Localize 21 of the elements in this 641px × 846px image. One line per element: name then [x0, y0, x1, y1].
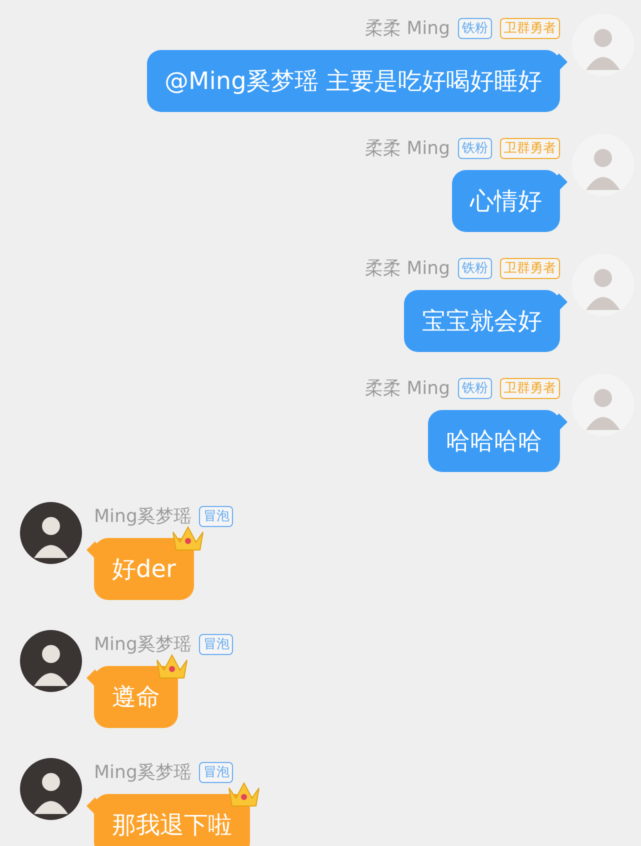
user-badge: 铁粉	[458, 138, 492, 158]
user-badge: 卫群勇者	[500, 258, 560, 278]
user-badge: 卫群勇者	[500, 18, 560, 38]
avatar-icon	[20, 502, 82, 564]
sender-name: 柔柔 Ming	[364, 16, 450, 40]
user-badge: 卫群勇者	[500, 378, 560, 398]
sender-name: 柔柔 Ming	[364, 376, 450, 400]
user-badge: 卫群勇者	[500, 138, 560, 158]
sender-name: Ming奚梦瑶	[94, 760, 192, 784]
sender-name: Ming奚梦瑶	[94, 504, 192, 528]
sender-name: 柔柔 Ming	[364, 256, 450, 280]
user-badge: 铁粉	[458, 378, 492, 398]
user-badge: 冒泡	[199, 762, 234, 782]
sender-name: Ming奚梦瑶	[94, 632, 192, 656]
avatar-icon	[20, 630, 82, 692]
user-badge: 冒泡	[199, 506, 234, 526]
user-badge: 铁粉	[458, 258, 492, 278]
user-badge: 铁粉	[458, 18, 492, 38]
user-badge: 冒泡	[199, 634, 234, 654]
sender-name: 柔柔 Ming	[364, 136, 450, 160]
avatar-icon	[20, 758, 82, 820]
